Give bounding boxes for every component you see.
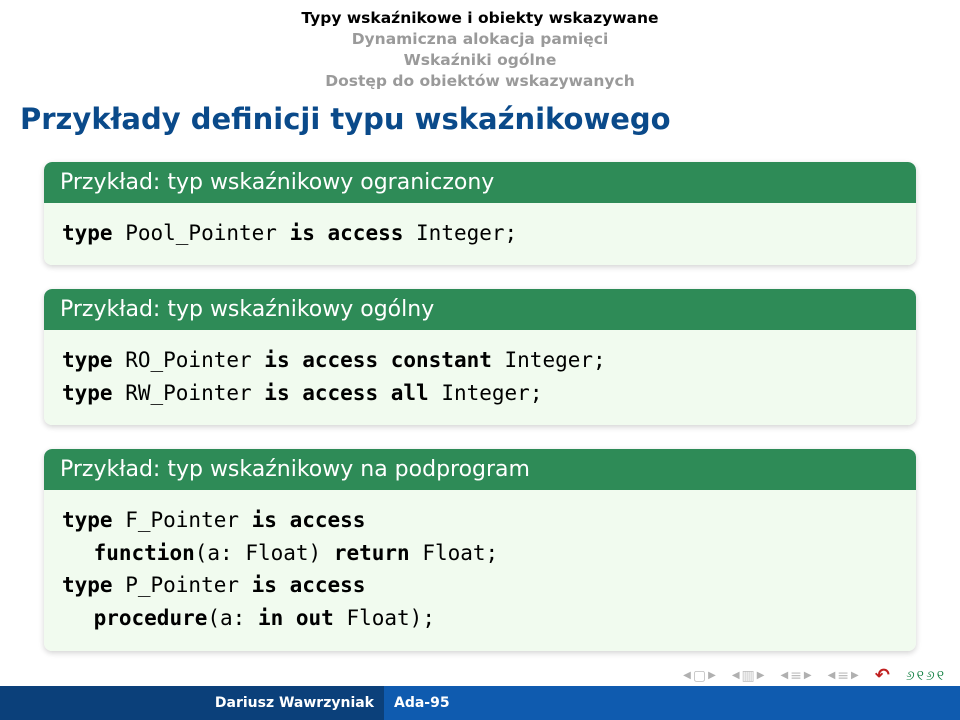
block-title: Przykład: typ wskaźnikowy ogólny bbox=[44, 289, 916, 330]
keyword: type bbox=[62, 573, 113, 597]
layers-icon: ▥ bbox=[742, 668, 755, 684]
footer-author: Dariusz Wawrzyniak bbox=[0, 695, 384, 711]
chevron-right-icon: ▶ bbox=[804, 670, 812, 681]
crumb-item: Dostęp do obiektów wskazywanych bbox=[0, 71, 960, 92]
lines-icon: ≡ bbox=[790, 668, 802, 684]
undo-icon[interactable]: ↶ bbox=[875, 665, 890, 686]
chevron-right-icon: ▶ bbox=[757, 670, 765, 681]
code-block: type RO_Pointer is access constant Integ… bbox=[44, 330, 916, 425]
example-block-3: Przykład: typ wskaźnikowy na podprogram … bbox=[44, 449, 916, 650]
footer: Dariusz Wawrzyniak Ada-95 bbox=[0, 686, 960, 720]
nav-prev-slide[interactable]: ◀▥▶ bbox=[732, 668, 765, 684]
file-icon: ▢ bbox=[693, 668, 706, 684]
keyword: function bbox=[94, 541, 195, 565]
keyword: type bbox=[62, 221, 113, 245]
keyword: type bbox=[62, 381, 113, 405]
crumb-item: Dynamiczna alokacja pamięci bbox=[0, 29, 960, 50]
header: Typy wskaźnikowe i obiekty wskazywane Dy… bbox=[0, 0, 960, 92]
nav-next-section[interactable]: ◀≡▶ bbox=[828, 668, 859, 684]
keyword: is access bbox=[252, 508, 366, 532]
code-text: Integer; bbox=[429, 381, 543, 405]
footer-deck: Ada-95 bbox=[384, 686, 960, 720]
code-text: F_Pointer bbox=[113, 508, 252, 532]
chevron-left-icon: ◀ bbox=[683, 670, 691, 681]
chevron-left-icon: ◀ bbox=[732, 670, 740, 681]
content: Przykład: typ wskaźnikowy ograniczony ty… bbox=[0, 146, 960, 720]
code-text: RW_Pointer bbox=[113, 381, 265, 405]
code-text: Integer; bbox=[403, 221, 517, 245]
chevron-right-icon: ▶ bbox=[851, 670, 859, 681]
keyword: in out bbox=[258, 606, 334, 630]
code-block: type F_Pointer is access function(a: Flo… bbox=[44, 490, 916, 650]
keyword: type bbox=[62, 508, 113, 532]
code-text: Pool_Pointer bbox=[113, 221, 290, 245]
crumb-item: Wskaźniki ogólne bbox=[0, 50, 960, 71]
code-text: P_Pointer bbox=[113, 573, 252, 597]
nav-prev-section[interactable]: ◀▢▶ bbox=[683, 668, 716, 684]
nav-controls: ◀▢▶ ◀▥▶ ◀≡▶ ◀≡▶ ↶ ୬୧୬୧ bbox=[683, 665, 946, 686]
braces-icon[interactable]: ୬୧୬୧ bbox=[906, 668, 946, 684]
slide-title: Przykłady definicji typu wskaźnikowego bbox=[0, 92, 960, 146]
example-block-1: Przykład: typ wskaźnikowy ograniczony ty… bbox=[44, 162, 916, 266]
keyword: is access bbox=[290, 221, 404, 245]
crumb-current: Typy wskaźnikowe i obiekty wskazywane bbox=[0, 8, 960, 29]
code-text: (a: Float) bbox=[195, 541, 334, 565]
chevron-right-icon: ▶ bbox=[708, 670, 716, 681]
code-block: type Pool_Pointer is access Integer; bbox=[44, 203, 916, 266]
keyword: is access all bbox=[264, 381, 428, 405]
keyword: procedure bbox=[94, 606, 208, 630]
chevron-left-icon: ◀ bbox=[828, 670, 836, 681]
block-title: Przykład: typ wskaźnikowy na podprogram bbox=[44, 449, 916, 490]
breadcrumbs: Typy wskaźnikowe i obiekty wskazywane Dy… bbox=[0, 8, 960, 92]
code-text: (a: bbox=[207, 606, 258, 630]
nav-next-slide[interactable]: ◀≡▶ bbox=[780, 668, 811, 684]
code-text: Float); bbox=[334, 606, 435, 630]
lines-icon: ≡ bbox=[837, 668, 849, 684]
keyword: is access bbox=[252, 573, 366, 597]
chevron-left-icon: ◀ bbox=[780, 670, 788, 681]
example-block-2: Przykład: typ wskaźnikowy ogólny type RO… bbox=[44, 289, 916, 425]
code-text: Integer; bbox=[492, 348, 606, 372]
code-text: Float; bbox=[410, 541, 499, 565]
keyword: return bbox=[334, 541, 410, 565]
keyword: type bbox=[62, 348, 113, 372]
keyword: is access constant bbox=[264, 348, 492, 372]
code-text: RO_Pointer bbox=[113, 348, 265, 372]
block-title: Przykład: typ wskaźnikowy ograniczony bbox=[44, 162, 916, 203]
